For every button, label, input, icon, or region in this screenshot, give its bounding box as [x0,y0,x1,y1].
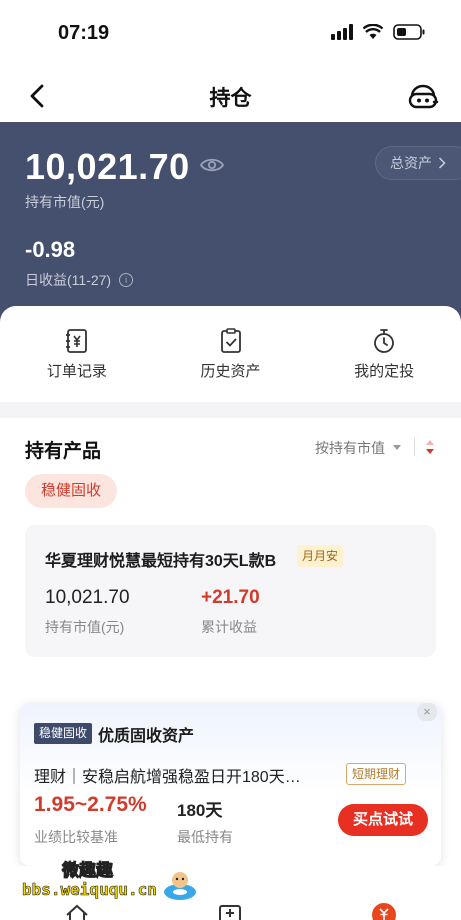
signal-icon [331,24,353,40]
caret-down-icon [393,445,401,450]
info-icon[interactable]: i [119,273,134,287]
market-value-amount: 10,021.70 [25,146,190,187]
filter-chip-stable[interactable]: 稳健固收 [25,474,118,508]
receipt-yen-icon [65,329,87,353]
sort-dropdown[interactable]: 按持有市值 [315,438,401,458]
watermark-title: 微趣趣 [62,861,114,881]
buy-button[interactable]: 买点试试 [338,804,428,836]
holdings-title: 持有产品 [25,441,102,462]
product-name: 华夏理财悦慧最短持有30天L款B [45,553,277,570]
market-value-label: 持有市值(元) [25,194,105,210]
chevron-right-icon [438,157,446,169]
promo-term-tag: 短期理财 [346,763,407,785]
wifi-icon [363,24,383,39]
nav-bar: 持仓 [0,70,461,122]
product-tag: 月月安 [297,545,344,567]
swim-ring-emoji-icon [164,872,196,900]
customer-service-icon[interactable] [407,80,439,112]
sort-divider [414,438,415,456]
promo-hold-label: 最低持有 [177,829,233,845]
promo-hold-period: 180天 [177,801,223,820]
promo-card[interactable]: × 稳健固收 优质固收资产 理财｜安稳启航增强稳盈日开180天… 短期理财 1.… [20,703,441,866]
add-fund-icon[interactable] [218,902,242,920]
product-market-value: 10,021.70 [45,587,130,608]
status-time: 07:19 [58,22,110,44]
watermark-url: bbs.weiququ.cn [22,880,157,900]
quick-action-orders[interactable]: 订单记录 [0,306,154,402]
quick-action-label: 历史资产 [200,363,261,380]
quick-action-label: 订单记录 [46,363,107,380]
close-icon[interactable]: × [417,703,437,721]
promo-rate-label: 业绩比较基准 [34,829,118,845]
promo-heading: 优质固收资产 [98,728,195,745]
clipboard-check-icon [220,328,241,353]
quick-action-history[interactable]: 历史资产 [154,306,308,402]
promo-product-name: 理财｜安稳启航增强稳盈日开180天… [34,769,301,786]
daily-income-row: 日收益(11-27) i [25,270,134,290]
product-cumulative-income-label: 累计收益 [201,619,257,635]
product-cumulative-income: +21.70 [201,587,260,608]
total-assets-button[interactable]: 总资产 [375,146,461,180]
daily-income-label: 日收益(11-27) [25,272,112,288]
status-bar: 07:19 [0,0,461,70]
product-market-value-label: 持有市值(元) [45,619,125,635]
sort-label: 按持有市值 [315,440,385,456]
quick-action-auto-invest[interactable]: 我的定投 [307,306,461,402]
quick-action-label: 我的定投 [354,363,415,380]
eye-icon[interactable] [200,156,224,174]
status-icons [331,24,425,40]
promo-rate: 1.95~2.75% [34,793,147,816]
assets-summary: 10,021.70 持有市值(元) 总资产 -0.98 日收益(11-27) i [0,122,461,322]
holdings-section: 持有产品 按持有市值 稳健固收 华夏理财悦慧最短持有30天L款B 月月安 10,… [0,418,461,680]
holdings-tab-icon[interactable] [371,902,397,920]
total-assets-label: 总资产 [390,155,432,171]
stopwatch-icon [374,329,395,353]
battery-icon [393,24,425,40]
watermark: 微趣趣 bbs.weiququ.cn [22,856,207,908]
quick-actions: 订单记录 历史资产 我的定投 [0,306,461,402]
promo-badge: 稳健固收 [34,723,93,744]
daily-income-amount: -0.98 [25,237,76,262]
holding-product-card[interactable]: 华夏理财悦慧最短持有30天L款B 月月安 10,021.70 持有市值(元) +… [25,525,436,657]
page-title: 持仓 [209,87,252,110]
sort-order-icon[interactable] [423,438,437,456]
